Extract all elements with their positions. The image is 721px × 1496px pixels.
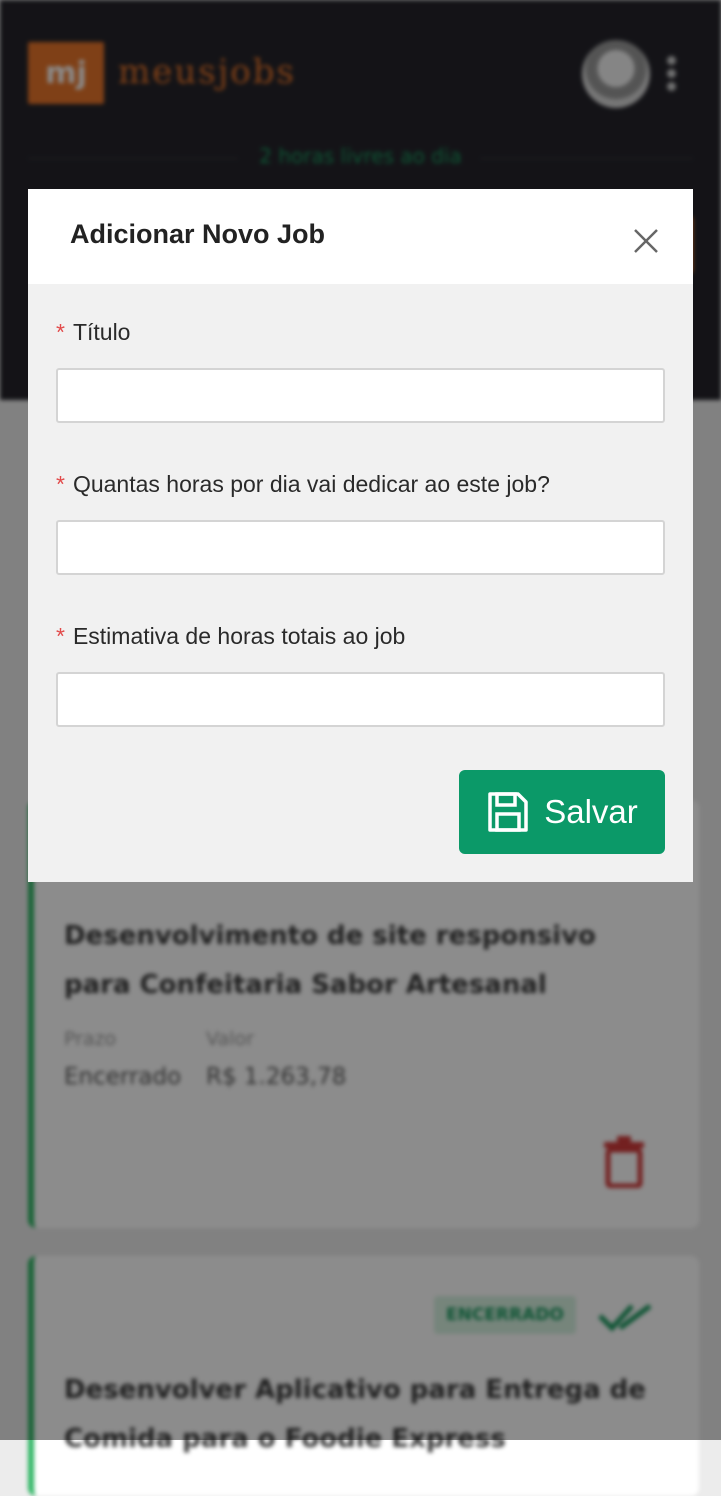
close-icon[interactable] [632, 227, 660, 255]
title-label-text: Título [72, 319, 131, 345]
hours-per-day-label: * Quantas horas por dia vai dedicar ao es… [56, 471, 550, 498]
required-marker: * [56, 623, 65, 649]
hours-per-day-label-text: Quantas horas por dia vai dedicar ao est… [72, 471, 550, 497]
title-field-label: * Título [56, 319, 130, 346]
total-hours-label: * Estimativa de horas totais ao job [56, 623, 405, 650]
required-marker: * [56, 471, 65, 497]
hours-per-day-input[interactable] [56, 520, 665, 575]
required-marker: * [56, 319, 65, 345]
modal-title: Adicionar Novo Job [70, 219, 326, 249]
save-button[interactable]: Salvar [459, 770, 665, 854]
floppy-disk-icon [488, 792, 528, 832]
title-input[interactable] [56, 368, 665, 423]
add-job-modal: Adicionar Novo Job * Título * Quantas hora… [28, 189, 693, 882]
modal-header: Adicionar Novo Job [28, 189, 693, 284]
total-hours-input[interactable] [56, 672, 665, 727]
save-button-label: Salvar [544, 793, 638, 830]
total-hours-label-text: Estimativa de horas totais ao job [72, 623, 406, 649]
